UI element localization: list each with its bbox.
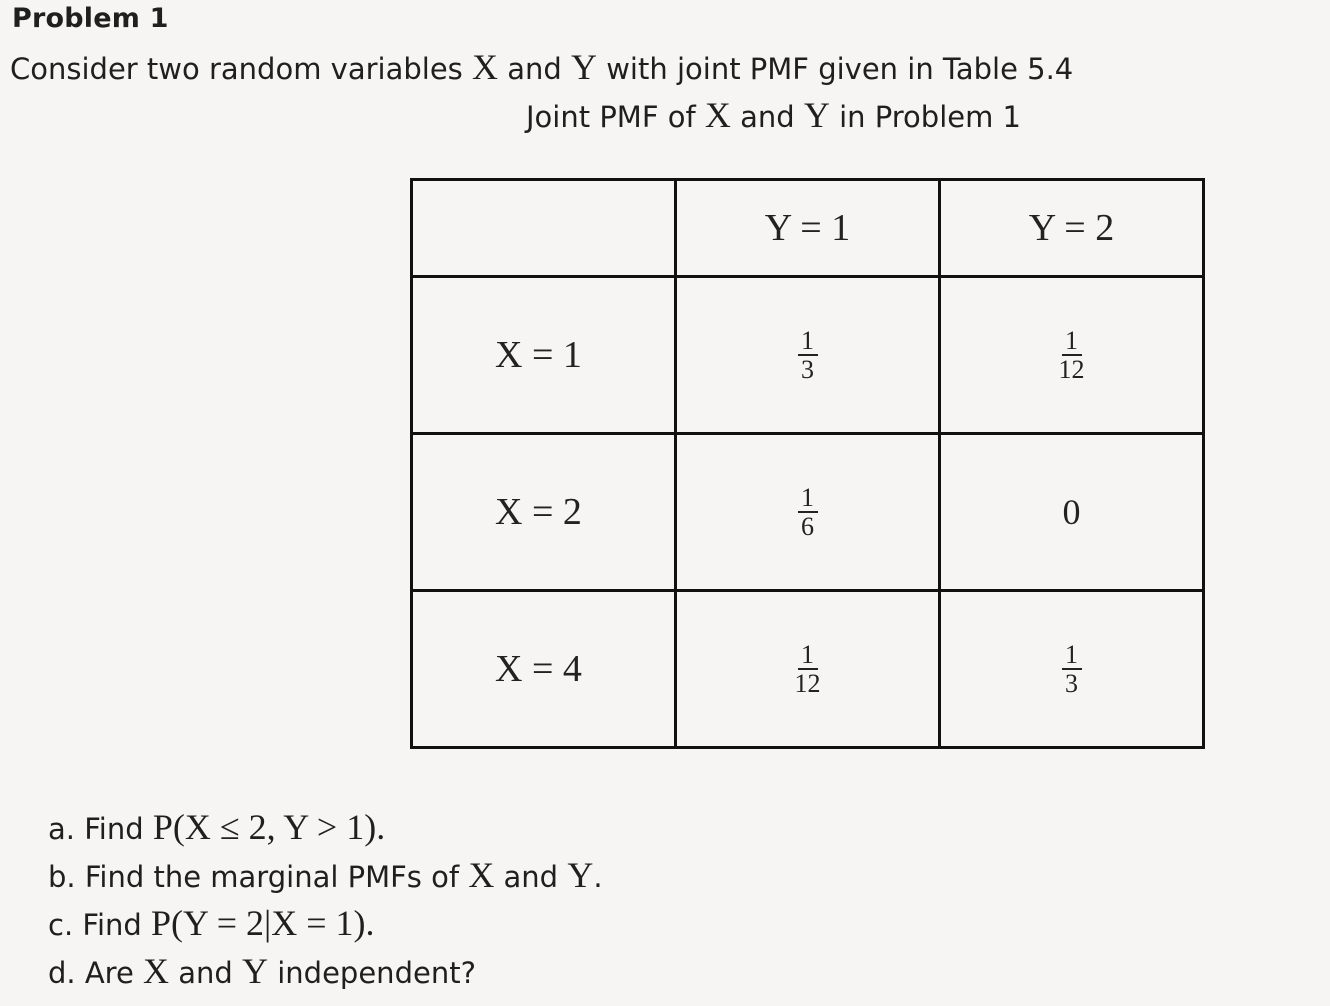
- table-row: X = 1 13 1 12: [410, 275, 1205, 435]
- fraction-numerator: 1: [797, 484, 818, 513]
- question-b-var-y: Y: [567, 855, 594, 895]
- table-row: X = 4 1 12 13: [410, 589, 1205, 749]
- fraction: 13: [797, 327, 818, 384]
- joint-pmf-table: Y = 1 Y = 2 X = 1 13 1 12 X = 2 16 0 X = …: [410, 178, 1205, 749]
- pmf-cell-x2-y1: 16: [674, 432, 941, 592]
- row-label-x2: X = 2: [410, 432, 677, 592]
- caption-prefix: Joint PMF of: [526, 100, 705, 134]
- intro-text-start: Consider two random variables: [10, 52, 472, 86]
- table-header-row: Y = 1 Y = 2: [410, 178, 1205, 278]
- pmf-cell-x1-y1: 13: [674, 275, 941, 435]
- fraction-denominator: 3: [801, 355, 814, 384]
- table-row: X = 2 16 0: [410, 432, 1205, 592]
- fraction-numerator: 1: [1061, 641, 1082, 670]
- fraction-numerator: 1: [797, 327, 818, 356]
- fraction-numerator: 1: [1061, 327, 1082, 356]
- pmf-cell-x1-y2: 1 12: [938, 275, 1205, 435]
- question-list: a. Find P(X ≤ 2, Y > 1). b. Find the mar…: [48, 804, 603, 996]
- column-header-y2: Y = 2: [938, 178, 1205, 278]
- intro-text-and: and: [498, 52, 571, 86]
- table-caption: Joint PMF of X and Y in Problem 1: [526, 95, 1021, 137]
- problem-title: Problem 1: [12, 3, 169, 34]
- question-c-suffix: .: [365, 903, 375, 943]
- pmf-cell-x2-y2: 0: [938, 432, 1205, 592]
- question-a: a. Find P(X ≤ 2, Y > 1).: [48, 804, 603, 852]
- question-d-suffix: independent?: [268, 956, 476, 990]
- question-c: c. Find P(Y = 2|X = 1).: [48, 900, 603, 948]
- fraction: 1 12: [795, 641, 821, 697]
- question-c-prefix: c. Find: [48, 908, 152, 942]
- fraction: 1 12: [1059, 327, 1085, 383]
- pmf-cell-x4-y2: 13: [938, 589, 1205, 749]
- fraction: 16: [797, 484, 818, 541]
- caption-var-y: Y: [803, 95, 830, 135]
- question-a-suffix: .: [376, 807, 386, 847]
- caption-var-x: X: [704, 95, 731, 135]
- fraction-numerator: 1: [797, 641, 818, 670]
- question-d-var-y: Y: [242, 951, 269, 991]
- question-d-prefix: d. Are: [48, 956, 144, 990]
- intro-var-y: Y: [571, 47, 597, 87]
- question-c-expression: P(Y = 2|X = 1): [151, 903, 366, 943]
- pmf-cell-x4-y1: 1 12: [674, 589, 941, 749]
- problem-intro: Consider two random variables X and Y wi…: [10, 47, 1073, 89]
- caption-suffix: in Problem 1: [829, 100, 1022, 134]
- fraction-denominator: 6: [801, 512, 814, 541]
- fraction-denominator: 12: [794, 669, 821, 698]
- fraction: 13: [1061, 641, 1082, 698]
- fraction-denominator: 3: [1065, 669, 1078, 698]
- zero-value: 0: [1062, 492, 1081, 532]
- question-b-var-x: X: [468, 855, 495, 895]
- question-b-prefix: b. Find the marginal PMFs of: [48, 860, 469, 894]
- intro-var-x: X: [472, 47, 498, 87]
- question-b-and: and: [494, 860, 568, 894]
- intro-text-end: with joint PMF given in Table 5.4: [597, 52, 1074, 86]
- question-a-expression: P(X ≤ 2, Y > 1): [152, 807, 377, 847]
- column-header-y1: Y = 1: [674, 178, 941, 278]
- row-label-x1: X = 1: [410, 275, 677, 435]
- question-b: b. Find the marginal PMFs of X and Y.: [48, 852, 603, 900]
- question-b-suffix: .: [593, 860, 603, 894]
- caption-and: and: [730, 100, 804, 134]
- question-d: d. Are X and Y independent?: [48, 948, 603, 996]
- table-corner-cell: [410, 178, 677, 278]
- question-d-and: and: [169, 956, 243, 990]
- fraction-denominator: 12: [1058, 355, 1085, 384]
- row-label-x4: X = 4: [410, 589, 677, 749]
- question-d-var-x: X: [143, 951, 170, 991]
- question-a-prefix: a. Find: [48, 812, 153, 846]
